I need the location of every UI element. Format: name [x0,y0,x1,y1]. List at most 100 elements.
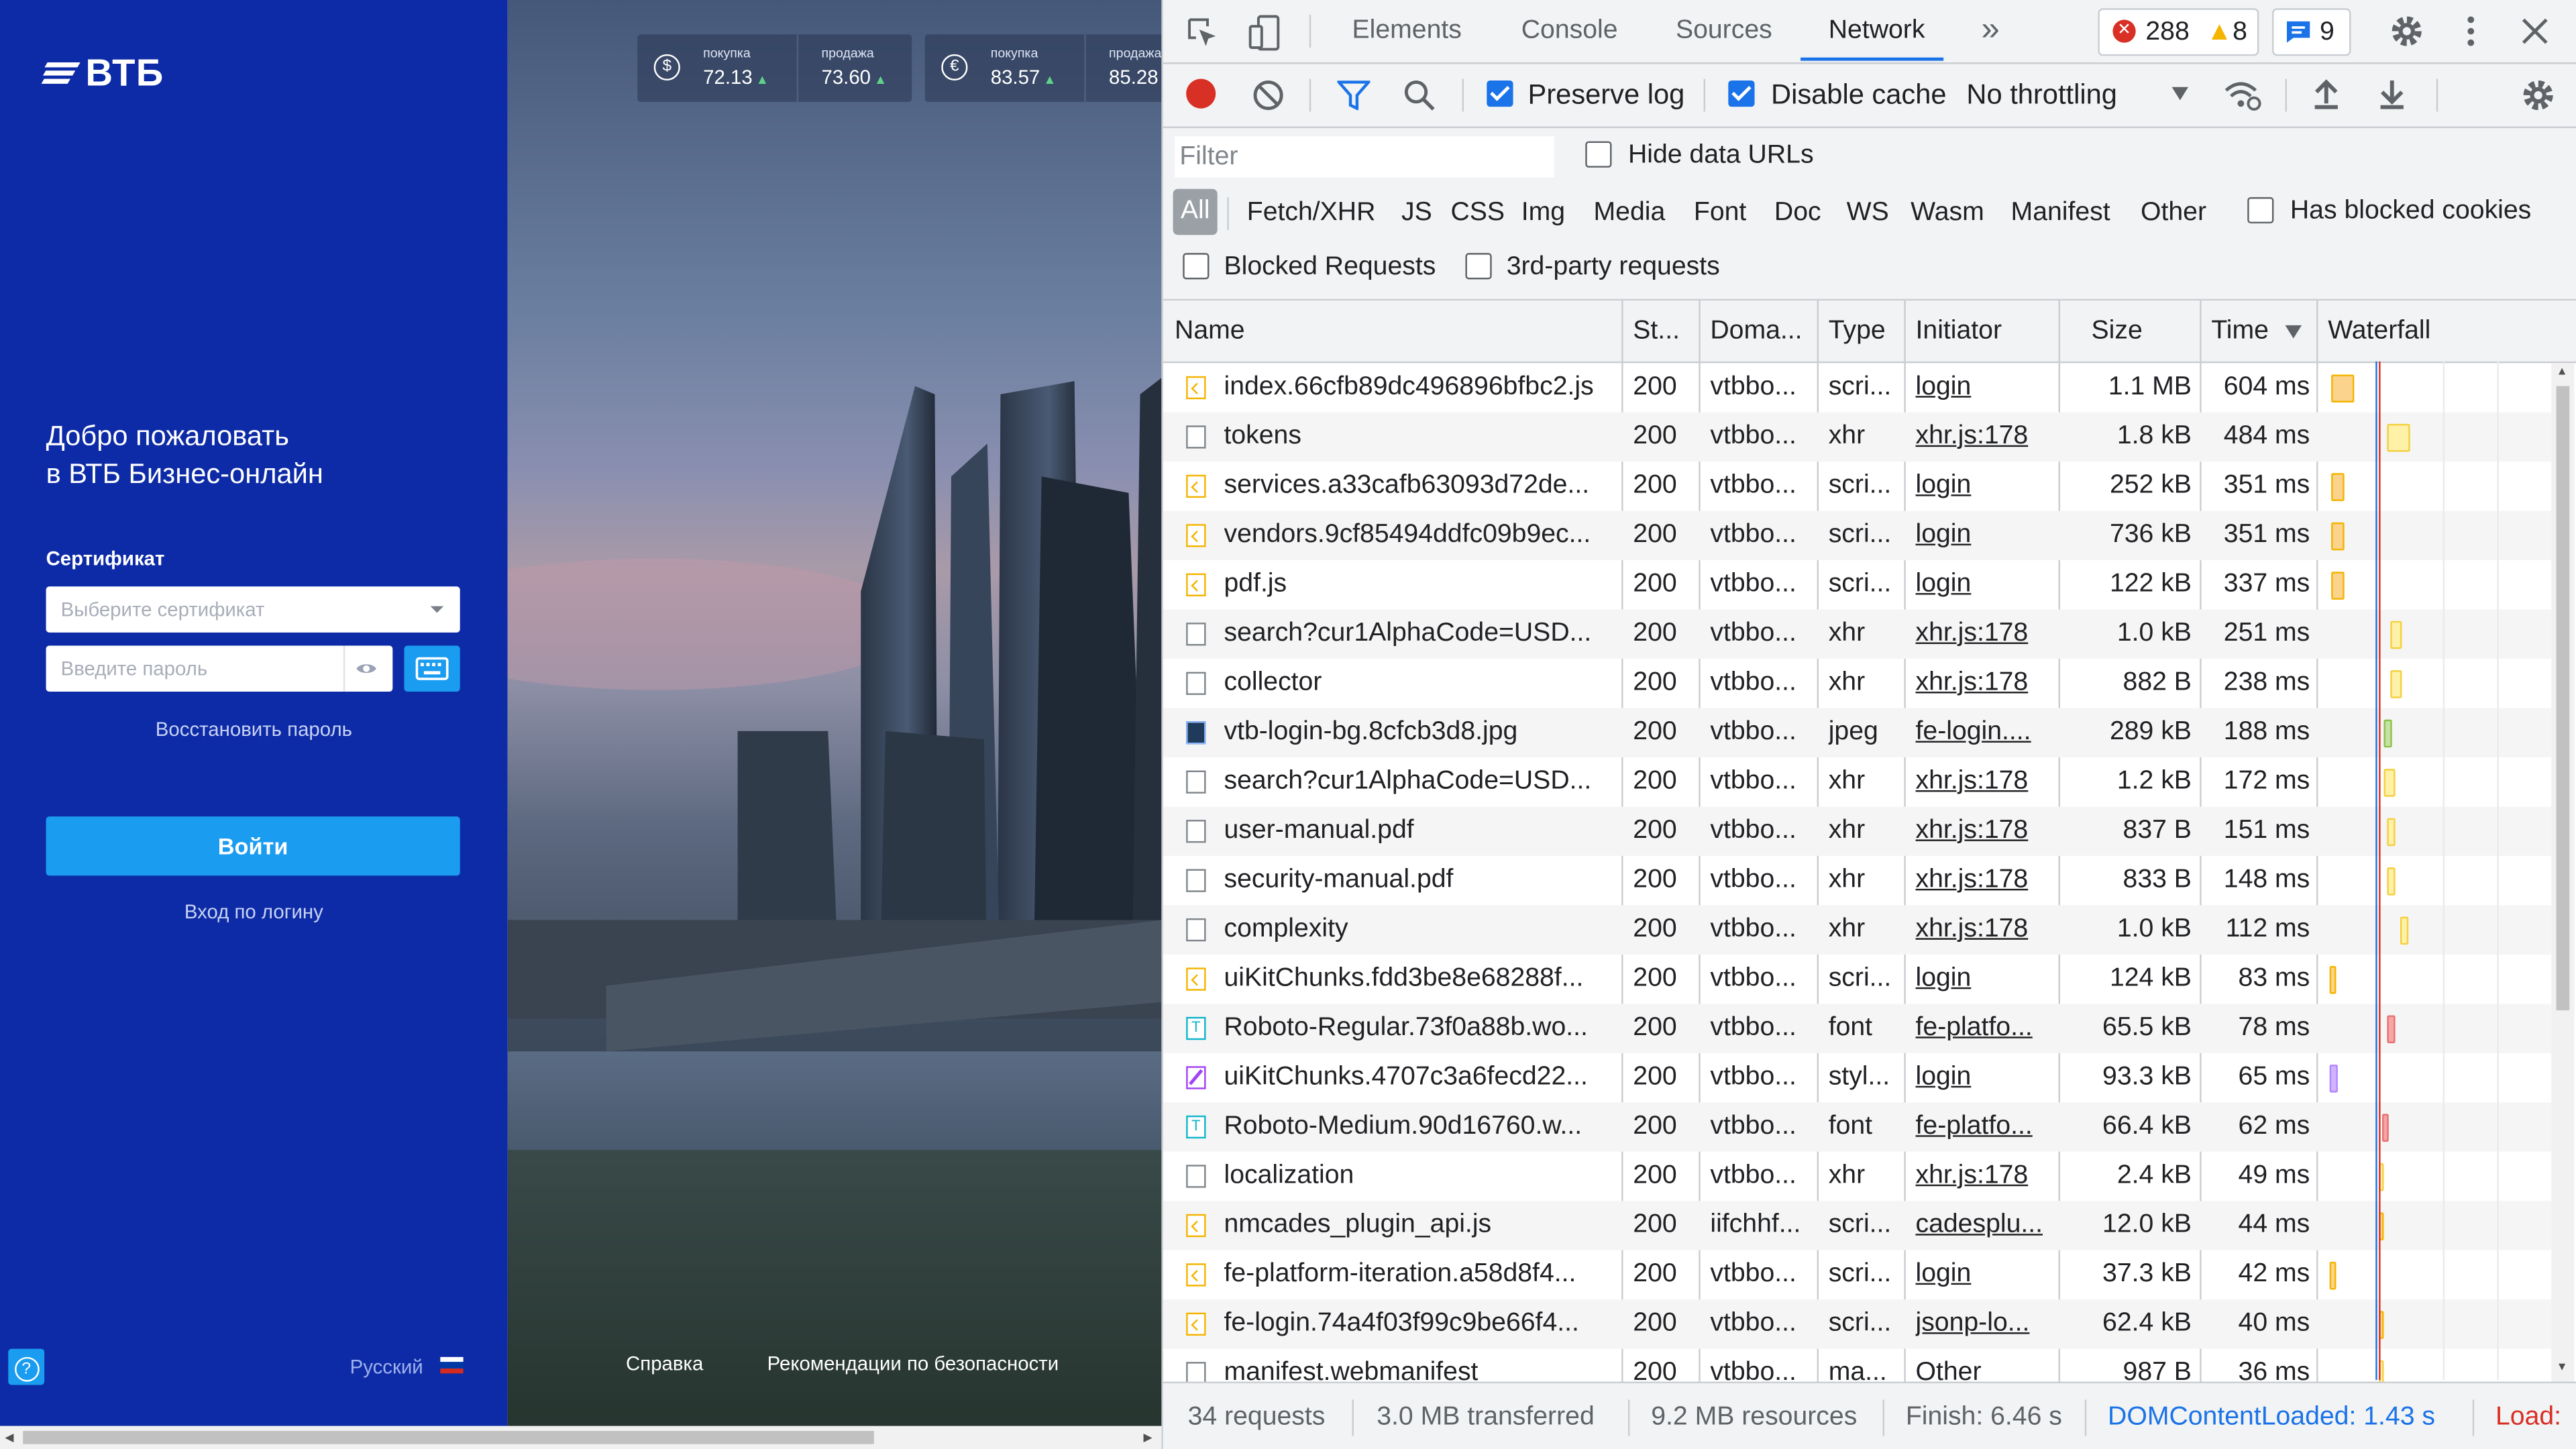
filter-type-wasm[interactable]: Wasm [1911,199,1984,228]
cell-name[interactable]: uiKitChunks.4707c3a6fecd22... [1224,1063,1618,1092]
filter-type-js[interactable]: JS [1401,199,1432,228]
filter-type-css[interactable]: CSS [1450,199,1505,228]
filter-type-doc[interactable]: Doc [1774,199,1821,228]
search-icon[interactable] [1403,79,1436,112]
table-row[interactable]: tokens 200 vtbbo... xhr xhr.js:178 1.8 kB 484 … [1163,412,2552,462]
table-row[interactable]: T Roboto-Medium.90d16760.w... 200 vtbbo... f… [1163,1102,2552,1152]
table-row[interactable]: index.66cfb89dc496896bfbc2.js 200 vtbbo...… [1163,363,2551,412]
table-row[interactable]: services.a33cafb63093d72de... 200 vtbbo...… [1163,462,2551,511]
preserve-log-checkbox[interactable] [1487,80,1513,107]
cell-initiator[interactable]: fe-platfo... [1916,1112,2057,1142]
table-row[interactable]: uiKitChunks.4707c3a6fecd22... 200 vtbbo...… [1163,1053,2551,1102]
column-waterfall[interactable]: Waterfall [2328,317,2430,347]
more-options-icon[interactable] [2466,15,2476,48]
cell-name[interactable]: Roboto-Medium.90d16760.w... [1224,1112,1618,1142]
column-time[interactable]: Time [2211,317,2269,347]
scrollbar-thumb[interactable] [23,1431,874,1444]
table-row[interactable]: uiKitChunks.fdd3be8e68288f... 200 vtbbo...… [1163,955,2551,1004]
login-by-username-link[interactable]: Вход по логину [0,900,508,923]
table-row[interactable]: complexity 200 vtbbo... xhr xhr.js:178 1.0 kB… [1163,905,2552,955]
more-tabs-button[interactable]: » [1981,11,1999,49]
table-row[interactable]: manifest.webmanifest 200 vtbbo... ma... Othe… [1163,1349,2551,1382]
cell-name[interactable]: vtb-login-bg.8cfcb3d8.jpg [1224,718,1618,747]
cell-name[interactable]: security-manual.pdf [1224,866,1618,896]
tab-elements[interactable]: Elements [1352,16,1462,46]
filter-icon[interactable] [1337,80,1371,111]
cell-name[interactable]: collector [1224,669,1618,698]
column-type[interactable]: Type [1829,317,1886,347]
cell-name[interactable]: pdf.js [1224,570,1618,600]
cell-name[interactable]: uiKitChunks.fdd3be8e68288f... [1224,965,1618,994]
settings-gear-icon[interactable] [2389,13,2425,50]
clear-icon[interactable] [1252,79,1285,112]
column-size[interactable]: Size [2092,317,2143,347]
eye-icon[interactable] [355,657,378,680]
messages-counter[interactable]: 9 [2271,8,2351,56]
table-row[interactable]: fe-platform-iteration.a58d8f4... 200 vtbbo… [1163,1250,2551,1299]
cell-name[interactable]: fe-login.74a4f03f99c9be66f4... [1224,1309,1618,1339]
cell-name[interactable]: manifest.webmanifest [1224,1358,1618,1381]
filter-type-media[interactable]: Media [1594,199,1666,228]
cell-initiator[interactable]: login [1916,1063,2057,1092]
restore-password-link[interactable]: Восстановить пароль [0,718,508,741]
cell-name[interactable]: nmcades_plugin_api.js [1224,1211,1618,1240]
filter-type-manifest[interactable]: Manifest [2011,199,2110,228]
disable-cache-checkbox[interactable] [1728,80,1755,107]
table-row[interactable]: T Roboto-Regular.73f0a88b.wo... 200 vtbbo..… [1163,1004,2552,1053]
security-recommendations-link[interactable]: Рекомендации по безопасности [767,1352,1059,1375]
table-row[interactable]: vtb-login-bg.8cfcb3d8.jpg 200 vtbbo... jpeg… [1163,708,2552,757]
cell-name[interactable]: complexity [1224,915,1618,945]
cell-initiator[interactable]: login [1916,521,2057,550]
cell-initiator[interactable]: xhr.js:178 [1916,422,2057,451]
table-row[interactable]: user-manual.pdf 200 vtbbo... xhr xhr.js:178 8… [1163,806,2552,856]
third-party-requests-checkbox[interactable] [1465,253,1492,280]
cell-initiator[interactable]: login [1916,965,2057,994]
table-row[interactable]: search?cur1AlphaCode=USD... 200 vtbbo... xh… [1163,757,2551,806]
filter-type-fetch-xhr[interactable]: Fetch/XHR [1247,199,1376,228]
cell-name[interactable]: vendors.9cf85494ddfc09b9ec... [1224,521,1618,550]
cell-name[interactable]: user-manual.pdf [1224,816,1618,846]
filter-type-img[interactable]: Img [1521,199,1565,228]
table-row[interactable]: security-manual.pdf 200 vtbbo... xhr xhr.js:… [1163,856,2551,905]
blocked-requests-checkbox[interactable] [1183,253,1210,280]
language-selector[interactable]: Русский [350,1355,423,1378]
cell-name[interactable]: services.a33cafb63093d72de... [1224,472,1618,501]
cell-initiator[interactable]: xhr.js:178 [1916,816,2057,846]
cell-name[interactable]: search?cur1AlphaCode=USD... [1224,619,1618,649]
network-conditions-icon[interactable] [2222,79,2262,112]
russian-flag-icon[interactable] [440,1356,464,1374]
cell-name[interactable]: localization [1224,1161,1618,1191]
table-row[interactable]: fe-login.74a4f03f99c9be66f4... 200 vtbbo..… [1163,1299,2552,1349]
export-har-icon[interactable] [2379,77,2405,110]
issues-counter[interactable]: ✕ 288 ▲ 8 [2098,8,2259,56]
filter-input[interactable]: Filter [1175,136,1554,178]
column-name[interactable]: Name [1175,317,1245,347]
table-row[interactable]: collector 200 vtbbo... xhr xhr.js:178 882 B 23… [1163,659,2551,708]
vtb-logo[interactable]: ВТБ [41,51,164,95]
cell-name[interactable]: Roboto-Regular.73f0a88b.wo... [1224,1014,1618,1043]
import-har-icon[interactable] [2313,77,2339,110]
cell-initiator[interactable]: xhr.js:178 [1916,619,2057,649]
table-row[interactable]: search?cur1AlphaCode=USD... 200 vtbbo... xh… [1163,609,2552,659]
cell-initiator[interactable]: cadesplu... [1916,1211,2057,1240]
cell-name[interactable]: tokens [1224,422,1618,451]
help-button[interactable]: ? [8,1348,45,1385]
record-icon[interactable] [1186,78,1216,109]
cell-initiator[interactable]: xhr.js:178 [1916,866,2057,896]
throttling-dropdown-icon[interactable] [2171,87,2189,101]
tab-sources[interactable]: Sources [1676,16,1772,46]
filter-type-font[interactable]: Font [1694,199,1746,228]
network-settings-gear-icon[interactable] [2520,77,2557,113]
table-row[interactable]: pdf.js 200 vtbbo... scri... login 122 kB 337 m… [1163,560,2551,609]
scroll-up-icon[interactable]: ▲ [2557,366,2568,378]
scroll-right-icon[interactable]: ▶ [1143,1431,1152,1444]
filter-type-ws[interactable]: WS [1847,199,1889,228]
hide-data-urls-checkbox[interactable] [1585,141,1612,168]
requests-vertical-scrollbar[interactable]: ▲ ▼ [2551,363,2575,1382]
virtual-keyboard-button[interactable] [404,645,460,692]
table-row[interactable]: localization 200 vtbbo... xhr xhr.js:178 2.4 … [1163,1152,2551,1201]
cell-initiator[interactable]: login [1916,373,2057,402]
cell-initiator[interactable]: login [1916,472,2057,501]
cell-initiator[interactable]: xhr.js:178 [1916,915,2057,945]
cell-initiator[interactable]: xhr.js:178 [1916,669,2057,698]
